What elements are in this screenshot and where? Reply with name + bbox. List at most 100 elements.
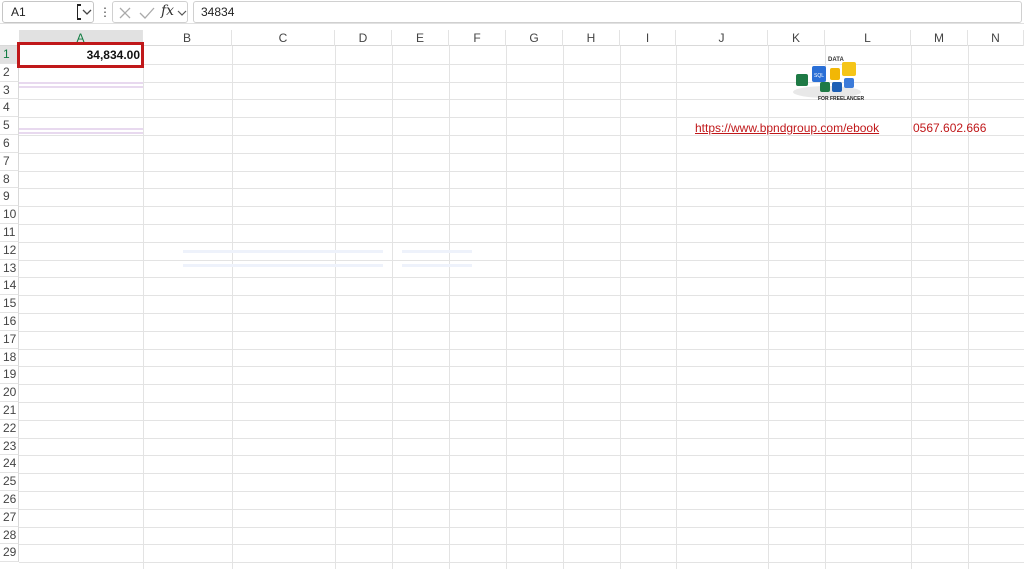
row-gridline <box>19 206 1024 208</box>
row-gridline <box>19 99 1024 101</box>
column-header-g[interactable]: G <box>506 30 563 46</box>
column-gridline <box>911 46 912 569</box>
row-header-8[interactable]: 8 <box>0 170 19 189</box>
chevron-down-icon[interactable] <box>176 5 188 21</box>
row-gridline <box>19 544 1024 546</box>
active-cell-a1[interactable]: 34,834.00 <box>17 42 144 68</box>
row-header-12[interactable]: 12 <box>0 241 19 260</box>
row-header-25[interactable]: 25 <box>0 473 19 491</box>
logo-bottom-text: FOR FREELANCER <box>818 96 865 102</box>
row-gridline <box>19 277 1024 279</box>
column-header-h[interactable]: H <box>563 30 620 46</box>
row-gridline <box>19 491 1024 492</box>
faint-artifact <box>402 250 472 253</box>
row-gridline <box>19 295 1024 297</box>
column-header-e[interactable]: E <box>392 30 449 46</box>
row-header-19[interactable]: 19 <box>0 366 19 385</box>
faint-artifact <box>183 264 383 267</box>
column-header-c[interactable]: C <box>232 30 335 46</box>
check-icon[interactable] <box>138 5 156 21</box>
formula-value: 34834 <box>201 5 235 19</box>
row-header-22[interactable]: 22 <box>0 419 19 438</box>
column-header-f[interactable]: F <box>449 30 506 46</box>
row-gridline <box>19 508 1024 510</box>
row-header-21[interactable]: 21 <box>0 402 19 420</box>
faint-artifact <box>19 132 143 134</box>
column-gridline <box>335 46 336 569</box>
faint-artifact <box>19 82 143 84</box>
data-for-freelancer-logo: DATA SQL FOR FREELANCER <box>793 57 865 102</box>
row-header-16[interactable]: 16 <box>0 313 19 331</box>
formula-controls: fx <box>112 1 188 23</box>
row-gridline <box>19 419 1024 421</box>
cell-j5-link[interactable]: https://www.bpndgroup.com/ebook <box>695 121 879 135</box>
row-header-24[interactable]: 24 <box>0 455 19 474</box>
row-header-7[interactable]: 7 <box>0 152 19 171</box>
column-gridline <box>392 46 393 569</box>
row-header-15[interactable]: 15 <box>0 295 19 313</box>
column-header-m[interactable]: M <box>911 30 968 46</box>
row-gridline <box>19 241 1024 243</box>
row-header-23[interactable]: 23 <box>0 437 19 456</box>
row-gridline <box>19 224 1024 225</box>
column-header-k[interactable]: K <box>768 30 825 46</box>
row-gridline <box>19 117 1024 119</box>
row-header-18[interactable]: 18 <box>0 348 19 367</box>
name-box[interactable]: A1 <box>2 1 94 23</box>
logo-sql-text: SQL <box>814 73 824 79</box>
row-header-26[interactable]: 26 <box>0 491 19 509</box>
row-header-13[interactable]: 13 <box>0 259 19 278</box>
column-gridline <box>143 46 144 569</box>
faint-artifact <box>19 128 143 130</box>
row-gridline <box>19 526 1024 528</box>
row-header-11[interactable]: 11 <box>0 224 19 242</box>
row-header-3[interactable]: 3 <box>0 81 19 100</box>
row-header-28[interactable]: 28 <box>0 526 19 545</box>
column-header-b[interactable]: B <box>143 30 232 46</box>
row-gridline <box>19 63 1024 65</box>
row-gridline <box>19 81 1024 83</box>
cancel-icon[interactable] <box>117 5 133 21</box>
spreadsheet-grid[interactable]: A B C D E F G H I J K L M N 1 2 3 4 5 6 7 8 9 10 1… <box>0 24 1024 569</box>
row-header-10[interactable]: 10 <box>0 206 19 224</box>
row-header-6[interactable]: 6 <box>0 135 19 153</box>
column-header-row: A B C D E F G H I J K L M N <box>0 30 1024 46</box>
row-gridline <box>19 437 1024 439</box>
formula-bar: A1 ⋮ fx 34834 <box>0 0 1024 24</box>
insert-function-icon[interactable]: fx <box>161 3 174 19</box>
faint-artifact <box>183 250 383 253</box>
row-header-27[interactable]: 27 <box>0 508 19 527</box>
column-header-i[interactable]: I <box>620 30 676 46</box>
faint-artifact <box>402 264 472 267</box>
logo-top-text: DATA <box>828 57 844 63</box>
text-cursor-icon <box>77 4 81 20</box>
row-header-17[interactable]: 17 <box>0 330 19 349</box>
row-gridline <box>19 170 1024 172</box>
formula-input[interactable]: 34834 <box>193 1 1022 23</box>
row-header-4[interactable]: 4 <box>0 99 19 118</box>
column-gridline <box>449 46 450 569</box>
column-header-l[interactable]: L <box>825 30 911 46</box>
name-box-value: A1 <box>11 5 26 19</box>
column-header-d[interactable]: D <box>335 30 392 46</box>
chevron-down-icon[interactable] <box>81 4 93 20</box>
row-gridline <box>19 330 1024 332</box>
column-header-n[interactable]: N <box>968 30 1024 46</box>
row-header-9[interactable]: 9 <box>0 188 19 207</box>
row-gridline <box>19 562 1024 564</box>
column-gridline <box>506 46 507 569</box>
cell-m5-phone: 0567.602.666 <box>913 121 987 135</box>
row-gridline <box>19 384 1024 386</box>
row-header-5[interactable]: 5 <box>0 117 19 135</box>
column-header-j[interactable]: J <box>676 30 768 46</box>
column-gridline <box>620 46 621 569</box>
row-gridline <box>19 152 1024 154</box>
row-gridline <box>19 473 1024 475</box>
row-gridline <box>19 455 1024 457</box>
row-header-29[interactable]: 29 <box>0 544 19 563</box>
row-header-14[interactable]: 14 <box>0 277 19 296</box>
column-gridline <box>563 46 564 569</box>
row-header-20[interactable]: 20 <box>0 384 19 402</box>
row-gridline <box>19 402 1024 403</box>
more-options-icon[interactable]: ⋮ <box>99 4 111 20</box>
